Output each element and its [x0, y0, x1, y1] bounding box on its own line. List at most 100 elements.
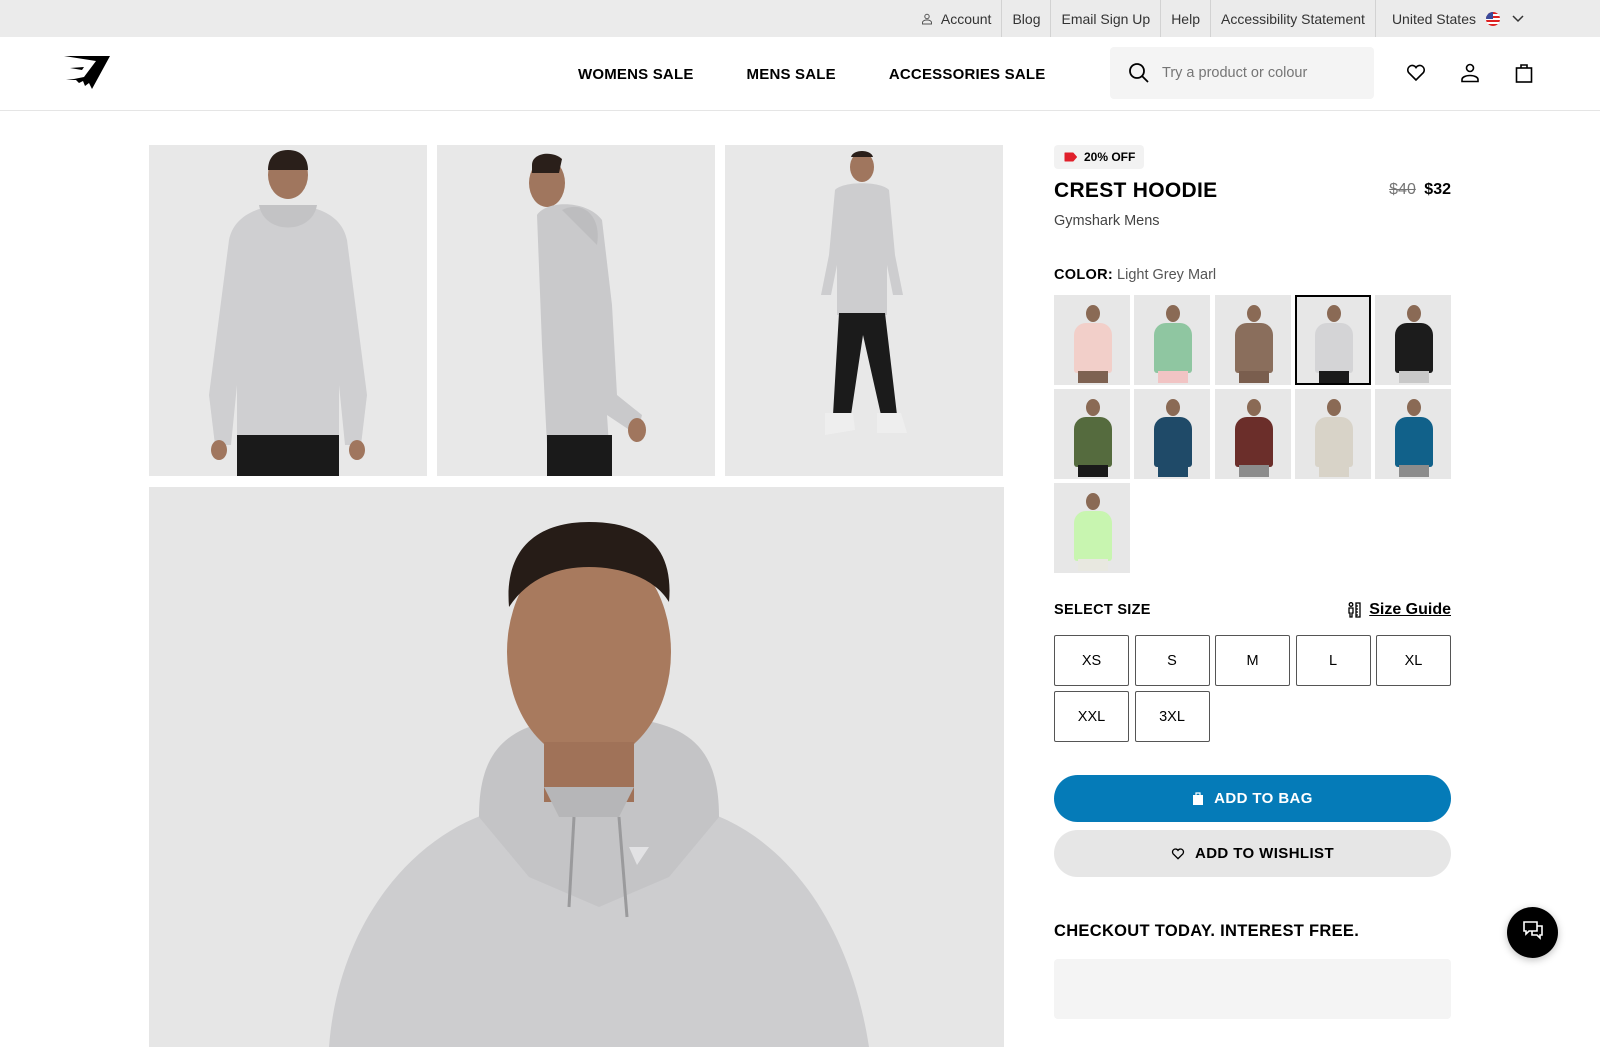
color-label: COLOR: Light Grey Marl — [1054, 267, 1451, 283]
swatch-model-head — [1326, 305, 1341, 322]
header-icons — [1404, 59, 1536, 87]
swatch-model-head — [1086, 399, 1100, 416]
swatch-model-head — [1246, 399, 1261, 416]
product-gallery — [149, 145, 1004, 1047]
swatch-hoodie — [1154, 323, 1193, 373]
gymshark-logo[interactable] — [62, 53, 112, 93]
swatch-pants — [1078, 465, 1108, 477]
swatch-pants — [1318, 371, 1349, 383]
product-subtitle: Gymshark Mens — [1054, 213, 1160, 229]
account-link[interactable]: Account — [911, 0, 1002, 37]
swatch-model-head — [1407, 399, 1421, 416]
swatch-hoodie — [1314, 323, 1353, 373]
blog-label: Blog — [1012, 10, 1041, 27]
discount-badge: 20% OFF — [1054, 145, 1145, 169]
add-to-wishlist-button[interactable]: ADD TO WISHLIST — [1054, 830, 1451, 877]
heart-icon[interactable] — [1404, 59, 1428, 87]
nav-accessories-sale[interactable]: ACCESSORIES SALE — [889, 66, 1046, 83]
color-swatches — [1054, 295, 1451, 573]
nav-mens-sale[interactable]: MENS SALE — [747, 66, 836, 83]
tag-icon — [1064, 152, 1077, 162]
swatch-pants — [1078, 559, 1108, 571]
size-guide-link[interactable]: Size Guide — [1347, 601, 1451, 619]
blog-link[interactable]: Blog — [1001, 0, 1050, 37]
country-label: United States — [1391, 10, 1476, 27]
ruler-person-icon — [1347, 602, 1361, 618]
gallery-image-close-up[interactable] — [149, 487, 1004, 1047]
swatch-pants — [1078, 371, 1108, 383]
size-option[interactable]: XS — [1054, 635, 1129, 686]
main-nav: WOMENS SALE MENS SALE ACCESSORIES SALE — [578, 37, 1045, 111]
swatch-hoodie — [1154, 417, 1193, 467]
swatch-model-head — [1166, 399, 1181, 416]
swatch-hoodie — [1234, 417, 1273, 467]
product-title: CREST HOODIE — [1054, 179, 1218, 202]
size-option[interactable]: 3XL — [1134, 691, 1210, 742]
main-header: WOMENS SALE MENS SALE ACCESSORIES SALE — [0, 37, 1600, 111]
color-swatch[interactable] — [1214, 389, 1291, 479]
country-selector[interactable]: United States — [1374, 0, 1524, 37]
color-value: Light Grey Marl — [1117, 267, 1217, 283]
utility-bar: Account Blog Email Sign Up Help Accessib… — [0, 0, 1600, 37]
chat-button[interactable] — [1507, 907, 1558, 958]
color-swatch[interactable] — [1294, 295, 1371, 385]
color-swatch[interactable] — [1214, 295, 1291, 385]
gallery-image-back[interactable] — [149, 145, 427, 476]
size-option[interactable]: XXL — [1054, 691, 1129, 742]
select-size-title: SELECT SIZE — [1054, 602, 1151, 618]
swatch-pants — [1158, 465, 1189, 477]
swatch-hoodie — [1234, 323, 1273, 373]
swatch-pants — [1318, 465, 1349, 477]
size-option[interactable]: XL — [1376, 635, 1451, 686]
color-swatch[interactable] — [1054, 389, 1130, 479]
discount-label: 20% OFF — [1084, 150, 1136, 164]
swatch-pants — [1399, 371, 1429, 383]
swatch-hoodie — [1074, 417, 1112, 467]
size-option[interactable]: M — [1215, 635, 1290, 686]
color-swatch[interactable] — [1054, 483, 1130, 573]
email-signup-label: Email Sign Up — [1061, 10, 1151, 27]
color-swatch[interactable] — [1375, 389, 1451, 479]
gallery-image-side[interactable] — [437, 145, 715, 476]
size-guide-label: Size Guide — [1369, 601, 1451, 618]
swatch-model-head — [1086, 493, 1100, 510]
swatch-model-head — [1326, 399, 1341, 416]
swatch-hoodie — [1395, 323, 1433, 373]
chat-icon — [1522, 920, 1544, 945]
size-options: XS S M L XL XXL 3XL — [1054, 635, 1451, 742]
color-swatch[interactable] — [1294, 389, 1371, 479]
swatch-model-head — [1086, 305, 1100, 322]
swatch-pants — [1158, 371, 1189, 383]
help-label: Help — [1171, 10, 1200, 27]
gallery-image-full-body[interactable] — [725, 145, 1003, 476]
account-icon[interactable] — [1458, 59, 1482, 87]
chevron-down-icon — [1512, 14, 1524, 23]
bag-icon[interactable] — [1512, 59, 1536, 87]
nav-womens-sale[interactable]: WOMENS SALE — [578, 66, 694, 83]
swatch-hoodie — [1074, 511, 1112, 561]
email-signup-link[interactable]: Email Sign Up — [1050, 0, 1160, 37]
accessibility-label: Accessibility Statement — [1220, 10, 1365, 27]
color-swatch[interactable] — [1134, 389, 1211, 479]
person-icon — [921, 13, 933, 25]
checkout-title: CHECKOUT TODAY. INTEREST FREE. — [1054, 922, 1360, 940]
size-option[interactable]: S — [1134, 635, 1210, 686]
search-icon[interactable] — [1128, 62, 1150, 84]
color-swatch[interactable] — [1375, 295, 1451, 385]
color-swatch[interactable] — [1134, 295, 1211, 385]
bag-filled-icon — [1192, 792, 1204, 805]
size-option[interactable]: L — [1295, 635, 1371, 686]
swatch-hoodie — [1314, 417, 1353, 467]
search-input[interactable] — [1162, 65, 1362, 81]
search-box — [1110, 47, 1374, 99]
price-block: $40 $32 — [1389, 181, 1451, 199]
add-to-bag-label: ADD TO BAG — [1214, 790, 1313, 807]
swatch-model-head — [1246, 305, 1261, 322]
color-swatch[interactable] — [1054, 295, 1130, 385]
swatch-pants — [1238, 371, 1269, 383]
add-to-bag-button[interactable]: ADD TO BAG — [1054, 775, 1451, 822]
swatch-pants — [1238, 465, 1269, 477]
accessibility-link[interactable]: Accessibility Statement — [1209, 0, 1375, 37]
help-link[interactable]: Help — [1160, 0, 1210, 37]
swatch-model-head — [1407, 305, 1421, 322]
